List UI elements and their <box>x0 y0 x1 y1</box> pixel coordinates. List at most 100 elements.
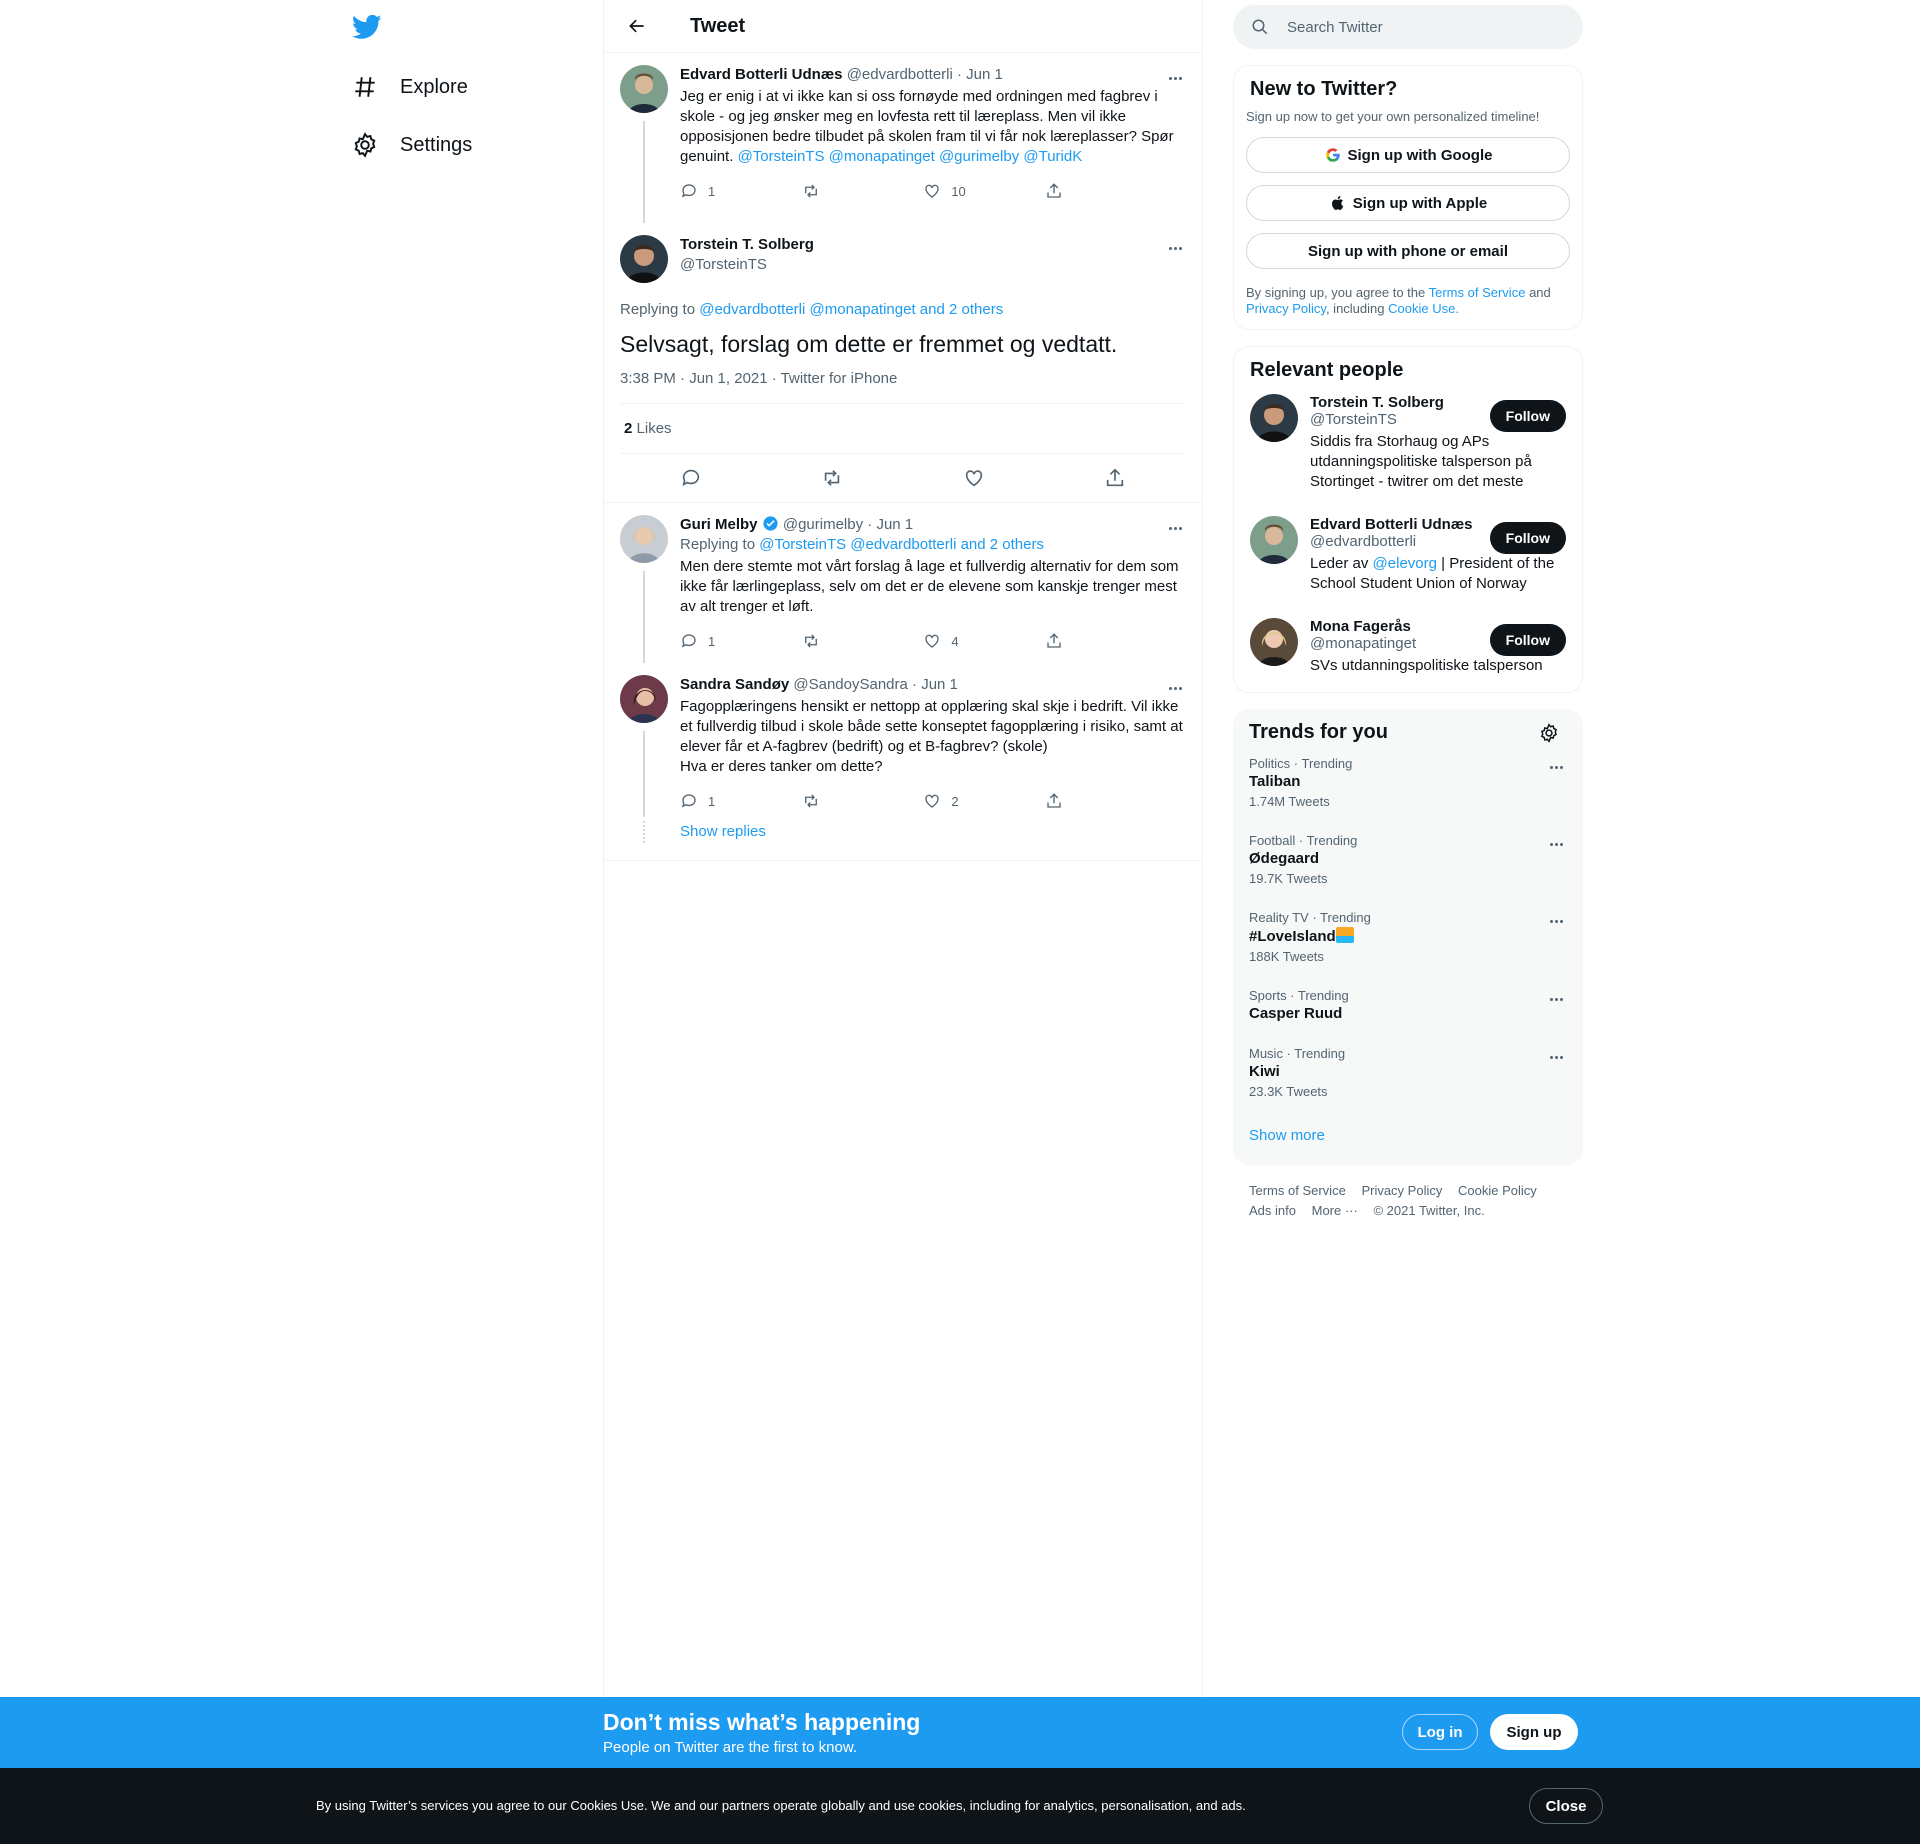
trend-item[interactable]: Football · Trending Ødegaard 19.7K Tweet… <box>1233 821 1583 898</box>
heart-icon[interactable] <box>963 467 985 489</box>
twitter-logo-icon[interactable] <box>352 12 384 44</box>
share-button[interactable] <box>1045 632 1105 650</box>
nav-settings[interactable]: Settings <box>352 120 472 170</box>
more-options-button[interactable] <box>1164 239 1186 257</box>
search-input[interactable]: Search Twitter <box>1287 19 1383 36</box>
follow-button[interactable]: Follow <box>1489 624 1566 656</box>
more-options-button[interactable] <box>1545 758 1567 776</box>
person-edvard[interactable]: Edvard Botterli Udnæs @edvardbotterli Le… <box>1234 504 1582 606</box>
show-more-link[interactable]: Show more <box>1249 1127 1325 1144</box>
retweet-button[interactable] <box>802 632 862 650</box>
nav-explore[interactable]: Explore <box>352 62 468 112</box>
share-button[interactable] <box>1045 792 1105 810</box>
trend-item[interactable]: Reality TV · Trending #LoveIsland 188K T… <box>1233 898 1583 976</box>
avatar[interactable] <box>1250 516 1298 564</box>
reply-count: 1 <box>708 183 716 199</box>
footer-more-link[interactable]: More ··· <box>1312 1203 1358 1218</box>
avatar[interactable] <box>1250 394 1298 442</box>
share-icon <box>1047 633 1061 648</box>
avatar[interactable] <box>1250 618 1298 666</box>
avatar[interactable] <box>620 235 668 283</box>
retweet-icon <box>804 794 817 808</box>
share-icon[interactable] <box>1104 467 1126 489</box>
like-button[interactable]: 4 <box>923 632 983 650</box>
follow-button[interactable]: Follow <box>1489 400 1566 432</box>
author-handle[interactable]: @SandoySandra <box>793 676 907 693</box>
author-name[interactable]: Torstein T. Solberg <box>680 236 814 253</box>
cookie-link[interactable]: Cookie Use. <box>1388 301 1459 316</box>
avatar[interactable] <box>620 65 668 113</box>
author-name[interactable]: Edvard Botterli Udnæs <box>680 66 843 83</box>
more-options-button[interactable] <box>1545 912 1567 930</box>
bio-link[interactable]: @elevorg <box>1373 555 1437 572</box>
trend-category: Reality TV · Trending <box>1249 910 1371 925</box>
author-handle[interactable]: @edvardbotterli <box>847 66 953 83</box>
more-options-button[interactable] <box>1545 835 1567 853</box>
reply-button[interactable]: 1 <box>680 632 740 650</box>
person-torstein[interactable]: Torstein T. Solberg @TorsteinTS Siddis f… <box>1234 382 1582 504</box>
author-handle[interactable]: @gurimelby <box>783 516 863 533</box>
gear-icon[interactable] <box>1539 723 1559 743</box>
footer-cookie-link[interactable]: Cookie Policy <box>1458 1183 1537 1198</box>
sign-up-apple-button[interactable]: Sign up with Apple <box>1246 185 1570 221</box>
more-options-button[interactable] <box>1164 69 1186 87</box>
sign-up-button[interactable]: Sign up <box>1490 1714 1578 1750</box>
retweet-button[interactable] <box>802 182 862 200</box>
replying-to-links[interactable]: @edvardbotterli @monapatinget and 2 othe… <box>699 301 1003 318</box>
trend-item[interactable]: Politics · Trending Taliban 1.74M Tweets <box>1233 744 1583 821</box>
sign-up-google-button[interactable]: Sign up with Google <box>1246 137 1570 173</box>
sign-up-phone-button[interactable]: Sign up with phone or email <box>1246 233 1570 269</box>
reply-tweet-sandra[interactable]: Sandra Sandøy @SandoySandra · Jun 1 Fago… <box>604 663 1202 817</box>
likes-count: 2 <box>624 420 633 437</box>
trend-item[interactable]: Music · Trending Kiwi 23.3K Tweets <box>1233 1034 1583 1111</box>
privacy-link[interactable]: Privacy Policy <box>1246 301 1326 316</box>
parent-tweet[interactable]: Edvard Botterli Udnæs @edvardbotterli · … <box>604 53 1202 223</box>
show-replies-link[interactable]: Show replies <box>680 823 766 840</box>
reply-button[interactable]: 1 <box>680 182 740 200</box>
main-column: Tweet Edvard Botterli Udnæs @edvardbotte… <box>603 0 1203 1844</box>
reply-button[interactable]: 1 <box>680 792 740 810</box>
avatar[interactable] <box>620 515 668 563</box>
author-handle[interactable]: @TorsteinTS <box>680 255 1186 275</box>
reply-tweet-guri[interactable]: Guri Melby @gurimelby · Jun 1 Replying t… <box>604 503 1202 663</box>
trend-item[interactable]: Sports · Trending Casper Ruud <box>1233 976 1583 1034</box>
page-header: Tweet <box>604 0 1202 53</box>
banner-subtitle: People on Twitter are the first to know. <box>603 1739 858 1756</box>
close-button[interactable]: Close <box>1529 1788 1603 1824</box>
banner-title: Don’t miss what’s happening <box>603 1709 921 1735</box>
like-button[interactable]: 2 <box>923 792 983 810</box>
log-in-button[interactable]: Log in <box>1402 1714 1478 1750</box>
person-bio: Leder av @elevorg | President of the Sch… <box>1310 554 1566 594</box>
tweet-date[interactable]: · Jun 1 <box>957 66 1003 83</box>
tweet-mentions[interactable]: @TorsteinTS @monapatinget @gurimelby @Tu… <box>738 148 1083 165</box>
likes-summary[interactable]: 2 Likes <box>620 404 1186 454</box>
footer-terms-link[interactable]: Terms of Service <box>1249 1183 1346 1198</box>
more-options-button[interactable] <box>1545 1048 1567 1066</box>
like-button[interactable]: 10 <box>923 182 983 200</box>
main-tweet-actions <box>620 454 1186 502</box>
author-name[interactable]: Sandra Sandøy <box>680 676 789 693</box>
footer-privacy-link[interactable]: Privacy Policy <box>1361 1183 1442 1198</box>
more-options-button[interactable] <box>1545 990 1567 1008</box>
more-options-button[interactable] <box>1164 679 1186 697</box>
share-button[interactable] <box>1045 182 1105 200</box>
terms-link[interactable]: Terms of Service <box>1429 285 1526 300</box>
retweet-icon[interactable] <box>821 467 843 489</box>
replying-to-links[interactable]: @TorsteinTS @edvardbotterli and 2 others <box>759 536 1044 553</box>
back-arrow-icon[interactable] <box>620 9 654 43</box>
footer-ads-link[interactable]: Ads info <box>1249 1203 1296 1218</box>
avatar[interactable] <box>620 675 668 723</box>
tweet-meta[interactable]: 3:38 PM · Jun 1, 2021 · Twitter for iPho… <box>620 370 1186 404</box>
more-options-button[interactable] <box>1164 519 1186 537</box>
tweet-date[interactable]: · Jun 1 <box>867 516 913 533</box>
reply-icon[interactable] <box>680 467 702 489</box>
right-sidebar: Search Twitter New to Twitter? Sign up n… <box>1233 0 1583 1237</box>
replying-prefix: Replying to <box>680 536 756 553</box>
author-name[interactable]: Guri Melby <box>680 516 758 533</box>
tweet-date[interactable]: · Jun 1 <box>912 676 958 693</box>
person-mona[interactable]: Mona Fagerås @monapatinget SVs utdanning… <box>1234 606 1582 688</box>
search-bar[interactable]: Search Twitter <box>1233 5 1583 49</box>
show-replies-row[interactable]: Show replies <box>604 817 1202 861</box>
retweet-button[interactable] <box>802 792 862 810</box>
follow-button[interactable]: Follow <box>1489 522 1566 554</box>
